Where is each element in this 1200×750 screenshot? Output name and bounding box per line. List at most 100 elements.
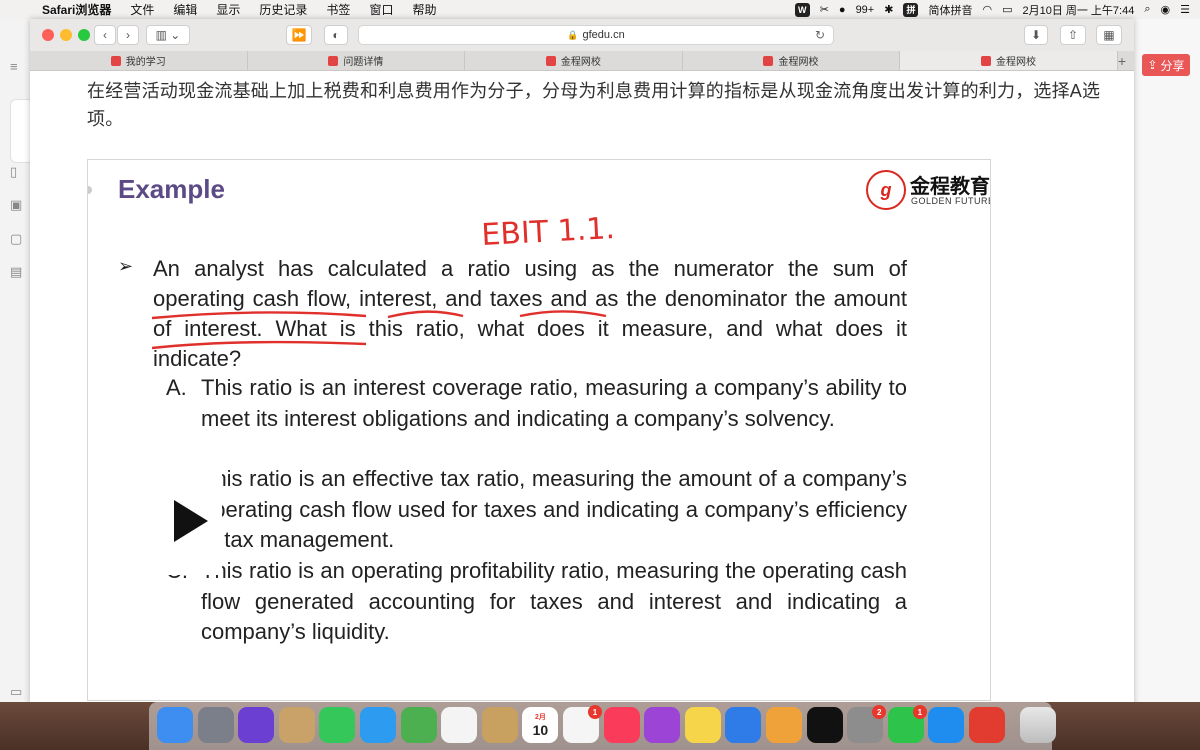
menu-icon[interactable]: ≡ (10, 59, 30, 74)
gfedu-favicon-icon (110, 55, 121, 66)
grid-icon: ▦ (1103, 28, 1115, 42)
notes-icon[interactable] (684, 707, 721, 743)
menu-help[interactable]: 帮助 (412, 1, 436, 18)
share-button[interactable]: ⇪ 分享 (1142, 54, 1190, 76)
scissors-tray-icon[interactable]: ✂ (820, 3, 829, 16)
forward-button[interactable]: › (117, 25, 139, 45)
option-text: This ratio is an effective tax ratio, me… (201, 466, 907, 552)
tab-gfedu-1[interactable]: 金程网校 (465, 51, 683, 70)
underlined-term: interest (359, 286, 432, 311)
dock: 2月 10 1 2 1 (149, 702, 1056, 750)
menu-history[interactable]: 历史记录 (259, 1, 307, 18)
finder-icon[interactable] (157, 707, 193, 743)
option-text: This ratio is an interest coverage ratio… (201, 375, 907, 431)
tab-my-study[interactable]: 我的学习 (30, 51, 248, 70)
calendar-month: 2月 (534, 714, 546, 721)
sidebar-toggle-icon[interactable]: ▭ (10, 684, 30, 700)
bookmark-icon[interactable]: ▯ (10, 164, 30, 180)
question-part: An analyst has calculated a ratio using … (153, 256, 907, 281)
extension-button[interactable]: ⏩ (286, 25, 312, 45)
bluetooth-icon[interactable]: ✱ (884, 3, 893, 16)
wechat-icon[interactable]: 1 (887, 705, 927, 743)
photos-icon[interactable] (441, 707, 478, 743)
reminders-icon[interactable]: 1 (563, 705, 602, 743)
gfedu-favicon-icon (981, 55, 992, 66)
siri-tray-icon[interactable]: ◉ (1161, 3, 1171, 16)
calendar-icon[interactable]: 2月 10 (522, 707, 559, 743)
spotlight-search-icon[interactable]: ⌕ (1144, 3, 1150, 16)
music-icon[interactable] (603, 707, 640, 743)
safari-icon[interactable] (928, 707, 965, 743)
input-method-label[interactable]: 简体拼音 (928, 2, 972, 18)
reload-icon[interactable]: ↻ (815, 28, 825, 42)
lock-icon: 🔒 (567, 29, 579, 40)
pages-icon[interactable] (766, 707, 802, 743)
system-preferences-icon[interactable]: 2 (847, 705, 887, 743)
slide-image: Example g 金程教育 GOLDEN FUTURE ➢ An analys… (87, 159, 991, 701)
control-center-icon[interactable]: ☰ (1180, 3, 1190, 16)
menu-bookmarks[interactable]: 书签 (326, 1, 350, 18)
translate-icon[interactable]: ▤ (10, 264, 30, 280)
contacts-icon[interactable] (481, 707, 518, 743)
golden-future-logo: g 金程教育 GOLDEN FUTURE (866, 168, 990, 216)
sidebar-icon: ▥ ⌄ (155, 28, 181, 42)
notification-badge: 1 (912, 705, 927, 719)
maps-icon[interactable] (400, 707, 437, 743)
wps-tray-icon[interactable]: W (794, 2, 810, 17)
clock[interactable]: 2月10日 周一 上午7:44 (1022, 2, 1134, 18)
handwritten-note: EBIT 1.1. (481, 211, 616, 253)
address-bar[interactable]: 🔒 gfedu.cn ↻ (358, 25, 834, 45)
tab-label: 问题详情 (343, 57, 384, 68)
keynote-icon[interactable] (725, 707, 762, 743)
messages-icon[interactable] (360, 707, 396, 743)
facetime-icon[interactable] (319, 707, 356, 743)
privacy-button[interactable]: ◐ (324, 25, 348, 45)
preview-icon[interactable] (278, 707, 315, 743)
trash-icon[interactable] (1019, 707, 1056, 743)
question-part: What is this ratio, what does it measure… (153, 316, 907, 371)
sidebar-button[interactable]: ▥ ⌄ (146, 25, 190, 45)
siri-icon[interactable] (238, 707, 275, 743)
download-icon: ⬇ (1030, 28, 1042, 42)
tab-bar: 我的学习 问题详情 金程网校 金程网校 金程网校 + (30, 51, 1134, 71)
tab-label: 金程网校 (996, 57, 1037, 68)
arrow-bullet-icon: ➢ (118, 256, 134, 276)
share-page-button[interactable]: ⇧ (1060, 25, 1086, 45)
question-part: , (345, 286, 360, 311)
menu-window[interactable]: 窗口 (369, 1, 393, 18)
tab-question-detail[interactable]: 问题详情 (248, 51, 466, 70)
logo-cn-text: 金程教育 (910, 176, 990, 198)
fullscreen-window-button[interactable] (78, 29, 90, 41)
new-tab-button[interactable]: + (1118, 51, 1134, 70)
battery-icon[interactable]: ▭ (1002, 3, 1012, 16)
launchpad-icon[interactable] (197, 707, 234, 743)
image-icon[interactable]: ▣ (10, 197, 30, 213)
podcasts-icon[interactable] (644, 707, 681, 743)
menu-file[interactable]: 文件 (130, 1, 154, 18)
close-window-button[interactable] (42, 29, 54, 41)
play-icon[interactable] (174, 500, 208, 542)
tab-label: 我的学习 (125, 57, 166, 68)
menu-app-name[interactable]: Safari浏览器 (42, 1, 111, 18)
minimize-window-button[interactable] (60, 29, 72, 41)
tab-gfedu-2[interactable]: 金程网校 (683, 51, 901, 70)
wps-icon[interactable] (969, 707, 1005, 743)
chevron-right-icon: › (126, 28, 130, 42)
wifi-icon[interactable]: ◠ (982, 3, 992, 16)
question-text: An analyst has calculated a ratio using … (153, 254, 907, 374)
tab-overview-button[interactable]: ▦ (1096, 25, 1122, 45)
back-button[interactable]: ‹ (94, 25, 116, 45)
input-method-icon[interactable]: 拼 (903, 2, 919, 17)
option-text: This ratio is an operating profitability… (201, 558, 907, 644)
downloads-button[interactable]: ⬇ (1024, 25, 1048, 45)
wechat-tray-icon[interactable]: ● (839, 4, 846, 16)
slide-bullet-dot (88, 186, 92, 194)
comment-icon[interactable]: ▢ (10, 231, 30, 247)
apple-tv-icon[interactable] (806, 707, 843, 743)
tab-gfedu-3[interactable]: 金程网校 (900, 51, 1118, 70)
menu-edit[interactable]: 编辑 (173, 1, 197, 18)
status-tray: W ✂ ● 99+ ✱ 拼 简体拼音 ◠ ▭ 2月10日 周一 上午7:44 ⌕… (794, 0, 1190, 19)
notification-count[interactable]: 99+ (856, 4, 875, 16)
underlined-term: taxes (489, 286, 551, 311)
menu-view[interactable]: 显示 (216, 1, 240, 18)
